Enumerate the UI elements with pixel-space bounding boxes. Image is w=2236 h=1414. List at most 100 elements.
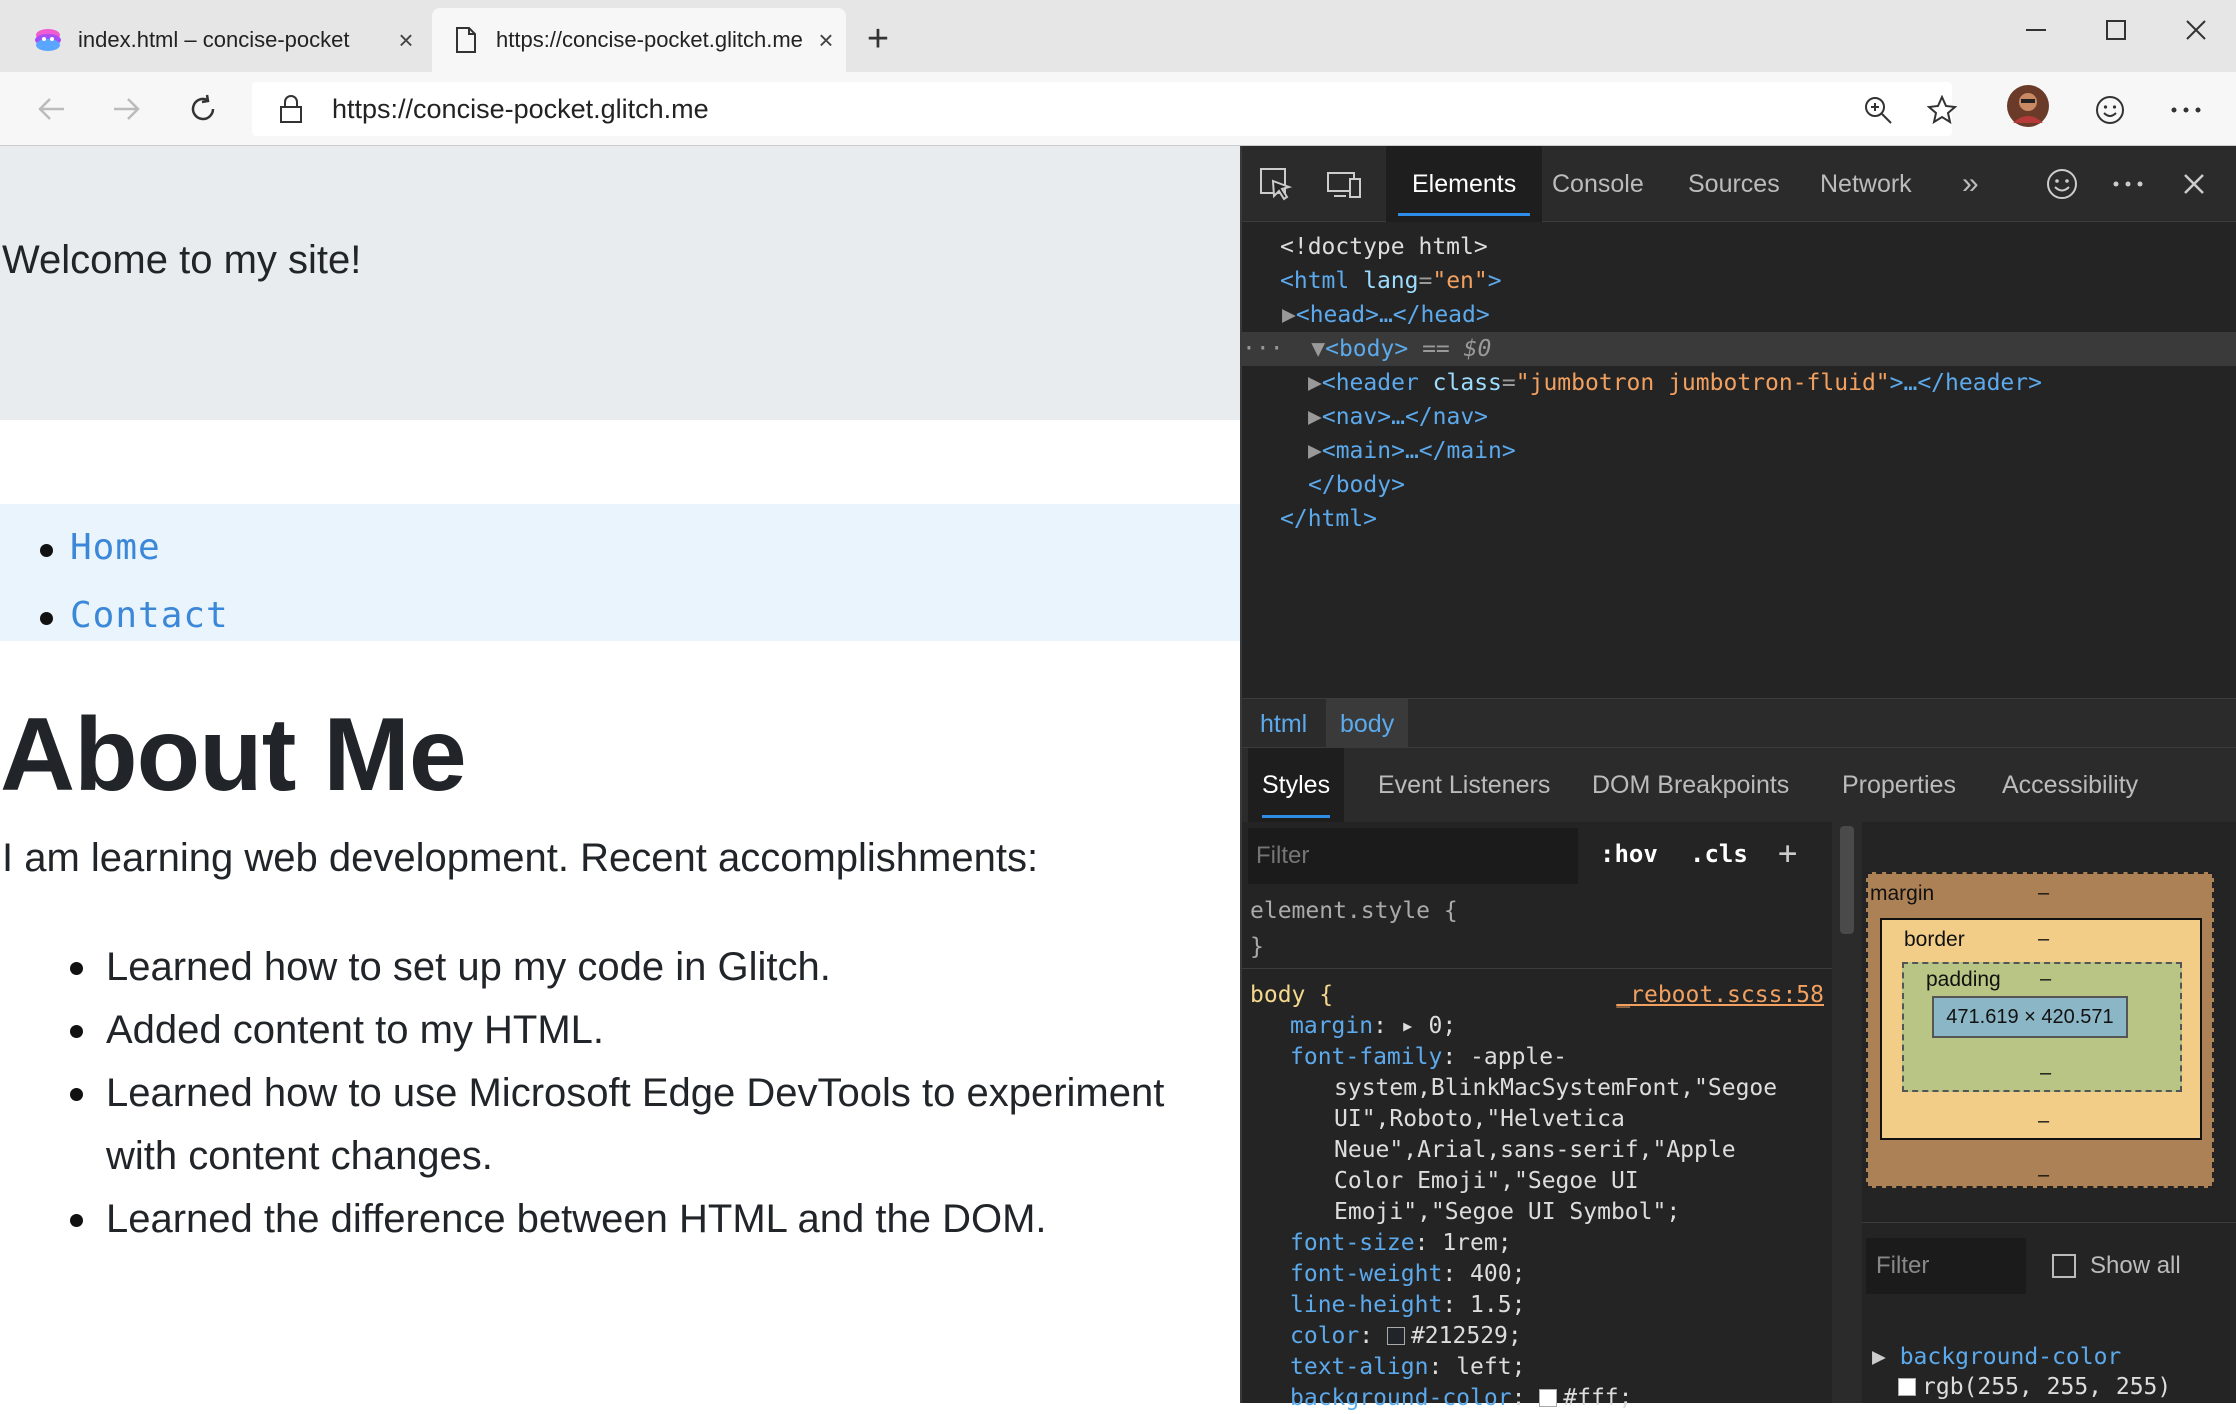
lang-value: "en": [1432, 268, 1488, 294]
zoom-icon[interactable]: [1858, 90, 1898, 130]
body-tag: <body>: [1325, 336, 1409, 362]
devtools-menu-icon[interactable]: [2108, 164, 2148, 204]
tab-index-html[interactable]: index.html – concise-pocket ×: [14, 8, 426, 72]
checkbox-icon[interactable]: [2052, 1254, 2076, 1278]
address-bar[interactable]: https://concise-pocket.glitch.me: [252, 82, 1952, 136]
feedback-smiley-icon[interactable]: [2090, 90, 2130, 130]
dom-head[interactable]: ▶<head>…</head>: [1282, 298, 1490, 332]
page-icon: [450, 24, 482, 56]
inspect-element-icon[interactable]: [1256, 164, 1296, 204]
tab-event-listeners[interactable]: Event Listeners: [1378, 748, 1550, 822]
rule-font-family-cont: Neue",Arial,sans-serif,"Apple: [1334, 1137, 1736, 1163]
styles-filter-input[interactable]: [1248, 828, 1578, 884]
header-close: >…</header>: [1889, 370, 2042, 396]
dom-body-selected[interactable]: ··· ▼<body> == $0: [1242, 332, 2236, 366]
element-style-rule[interactable]: element.style {: [1250, 896, 1458, 927]
breadcrumb-body[interactable]: body: [1326, 699, 1409, 749]
tab-properties[interactable]: Properties: [1842, 748, 1956, 822]
jumbotron-header: Welcome to my site!: [0, 146, 1240, 420]
tab-title: https://concise-pocket.glitch.me: [496, 27, 803, 52]
device-emulation-icon[interactable]: [1324, 164, 1364, 204]
close-devtools-icon[interactable]: [2174, 164, 2214, 204]
devtools-toolbar: Elements Console Sources Network »: [1242, 146, 2236, 222]
devtools-panel: Elements Console Sources Network » <!doc…: [1240, 146, 2236, 1411]
add-rule-button[interactable]: +: [1778, 834, 1797, 872]
welcome-text: Welcome to my site!: [2, 238, 362, 282]
tab-sources[interactable]: Sources: [1688, 146, 1780, 222]
styles-filter-row: :hov .cls +: [1248, 828, 1828, 884]
page-title: About Me: [0, 697, 467, 813]
close-tab-icon[interactable]: ×: [806, 25, 846, 56]
body-selector[interactable]: body {: [1250, 980, 1333, 1011]
glitch-icon: [32, 24, 64, 56]
list-item: Learned how to set up my code in Glitch.: [70, 936, 1226, 999]
close-window-button[interactable]: [2166, 10, 2226, 50]
list-item: Learned the difference between HTML and …: [70, 1188, 1226, 1251]
more-menu-icon[interactable]: [2166, 90, 2206, 130]
dom-main[interactable]: ▶<main>…</main>: [1308, 434, 1516, 468]
html-tag: <html: [1280, 268, 1350, 294]
styles-scrollbar[interactable]: [1832, 822, 1862, 1403]
lang-attr: lang: [1363, 268, 1419, 294]
close-tab-icon[interactable]: ×: [386, 25, 426, 56]
show-all-checkbox[interactable]: Show all: [2052, 1252, 2181, 1280]
tab-network[interactable]: Network: [1820, 146, 1912, 222]
dom-doctype[interactable]: <!doctype html>: [1280, 230, 1488, 264]
dom-header[interactable]: ▶<header class="jumbotron jumbotron-flui…: [1308, 366, 2042, 400]
dom-nav[interactable]: ▶<nav>…</nav>: [1308, 400, 1488, 434]
breadcrumb-html[interactable]: html: [1246, 699, 1321, 749]
tab-title: index.html – concise-pocket: [78, 27, 350, 52]
rule-line-height[interactable]: line-height: 1.5;: [1290, 1290, 1525, 1321]
feedback-smiley-icon[interactable]: [2042, 164, 2082, 204]
tab-console[interactable]: Console: [1552, 146, 1644, 222]
cls-toggle[interactable]: .cls: [1690, 840, 1748, 868]
rule-font-family-cont: UI",Roboto,"Helvetica: [1334, 1106, 1625, 1132]
tab-dom-breakpoints[interactable]: DOM Breakpoints: [1592, 748, 1789, 822]
rule-text-align[interactable]: text-align: left;: [1290, 1352, 1525, 1383]
rule-font-size[interactable]: font-size: 1rem;: [1290, 1228, 1512, 1259]
more-tabs-chevron-icon[interactable]: »: [1962, 146, 1979, 222]
new-tab-button[interactable]: +: [858, 20, 898, 60]
dom-html-close[interactable]: </html>: [1280, 502, 1377, 536]
tab-glitch-site[interactable]: https://concise-pocket.glitch.me ×: [432, 8, 846, 72]
box-model-content-size[interactable]: 471.619 × 420.571: [1932, 996, 2128, 1038]
nav-link-home[interactable]: Home: [40, 514, 229, 582]
maximize-button[interactable]: [2086, 10, 2146, 50]
breadcrumb: html body: [1242, 698, 2236, 749]
dom-body-close[interactable]: </body>: [1308, 468, 1405, 502]
nav-link-contact[interactable]: Contact: [40, 582, 229, 650]
rule-font-family[interactable]: font-family: -apple-: [1290, 1042, 1567, 1073]
scrollbar-thumb[interactable]: [1840, 826, 1854, 934]
color-swatch[interactable]: [1539, 1389, 1558, 1407]
favorite-star-icon[interactable]: [1922, 90, 1962, 130]
box-model-border[interactable]: border – – padding – – 471.619 × 420.571: [1880, 918, 2202, 1140]
element-style-close: }: [1250, 934, 1264, 960]
back-arrow-icon[interactable]: [28, 86, 74, 132]
rule-font-weight[interactable]: font-weight: 400;: [1290, 1259, 1525, 1290]
tab-elements[interactable]: Elements: [1386, 146, 1543, 222]
avatar[interactable]: [2006, 84, 2050, 128]
head-tag: <head>…</head>: [1295, 302, 1490, 328]
computed-prop-background-color[interactable]: ▶ background-color: [1872, 1344, 2121, 1370]
tab-styles[interactable]: Styles: [1248, 748, 1345, 822]
intro-text: I am learning web development. Recent ac…: [2, 836, 1039, 880]
computed-filter-input[interactable]: Filter: [1866, 1238, 2026, 1294]
rule-color[interactable]: color: #212529;: [1290, 1321, 1522, 1352]
list-item: Learned how to use Microsoft Edge DevToo…: [70, 1062, 1226, 1188]
color-swatch[interactable]: [1386, 1327, 1405, 1345]
tab-accessibility[interactable]: Accessibility: [2002, 748, 2138, 822]
nav-tag: <nav>…</nav>: [1321, 404, 1489, 430]
rule-font-family-cont: Color Emoji","Segoe UI: [1334, 1168, 1639, 1194]
minimize-button[interactable]: [2006, 10, 2066, 50]
box-model-padding[interactable]: padding – – 471.619 × 420.571: [1902, 962, 2182, 1092]
rule-background-color[interactable]: background-color: #fff;: [1290, 1383, 1633, 1414]
forward-arrow-icon[interactable]: [104, 86, 150, 132]
source-link[interactable]: _reboot.scss:58: [1616, 980, 1824, 1011]
list-item: Added content to my HTML.: [70, 999, 1226, 1062]
lock-icon: [278, 94, 308, 124]
hov-toggle[interactable]: :hov: [1600, 840, 1658, 868]
refresh-icon[interactable]: [180, 86, 226, 132]
box-model-margin[interactable]: margin – – border – – padding – – 471.61…: [1866, 872, 2214, 1188]
rule-margin[interactable]: margin: ▸ 0;: [1290, 1011, 1456, 1042]
dom-html-open[interactable]: <html lang="en">: [1280, 264, 1502, 298]
